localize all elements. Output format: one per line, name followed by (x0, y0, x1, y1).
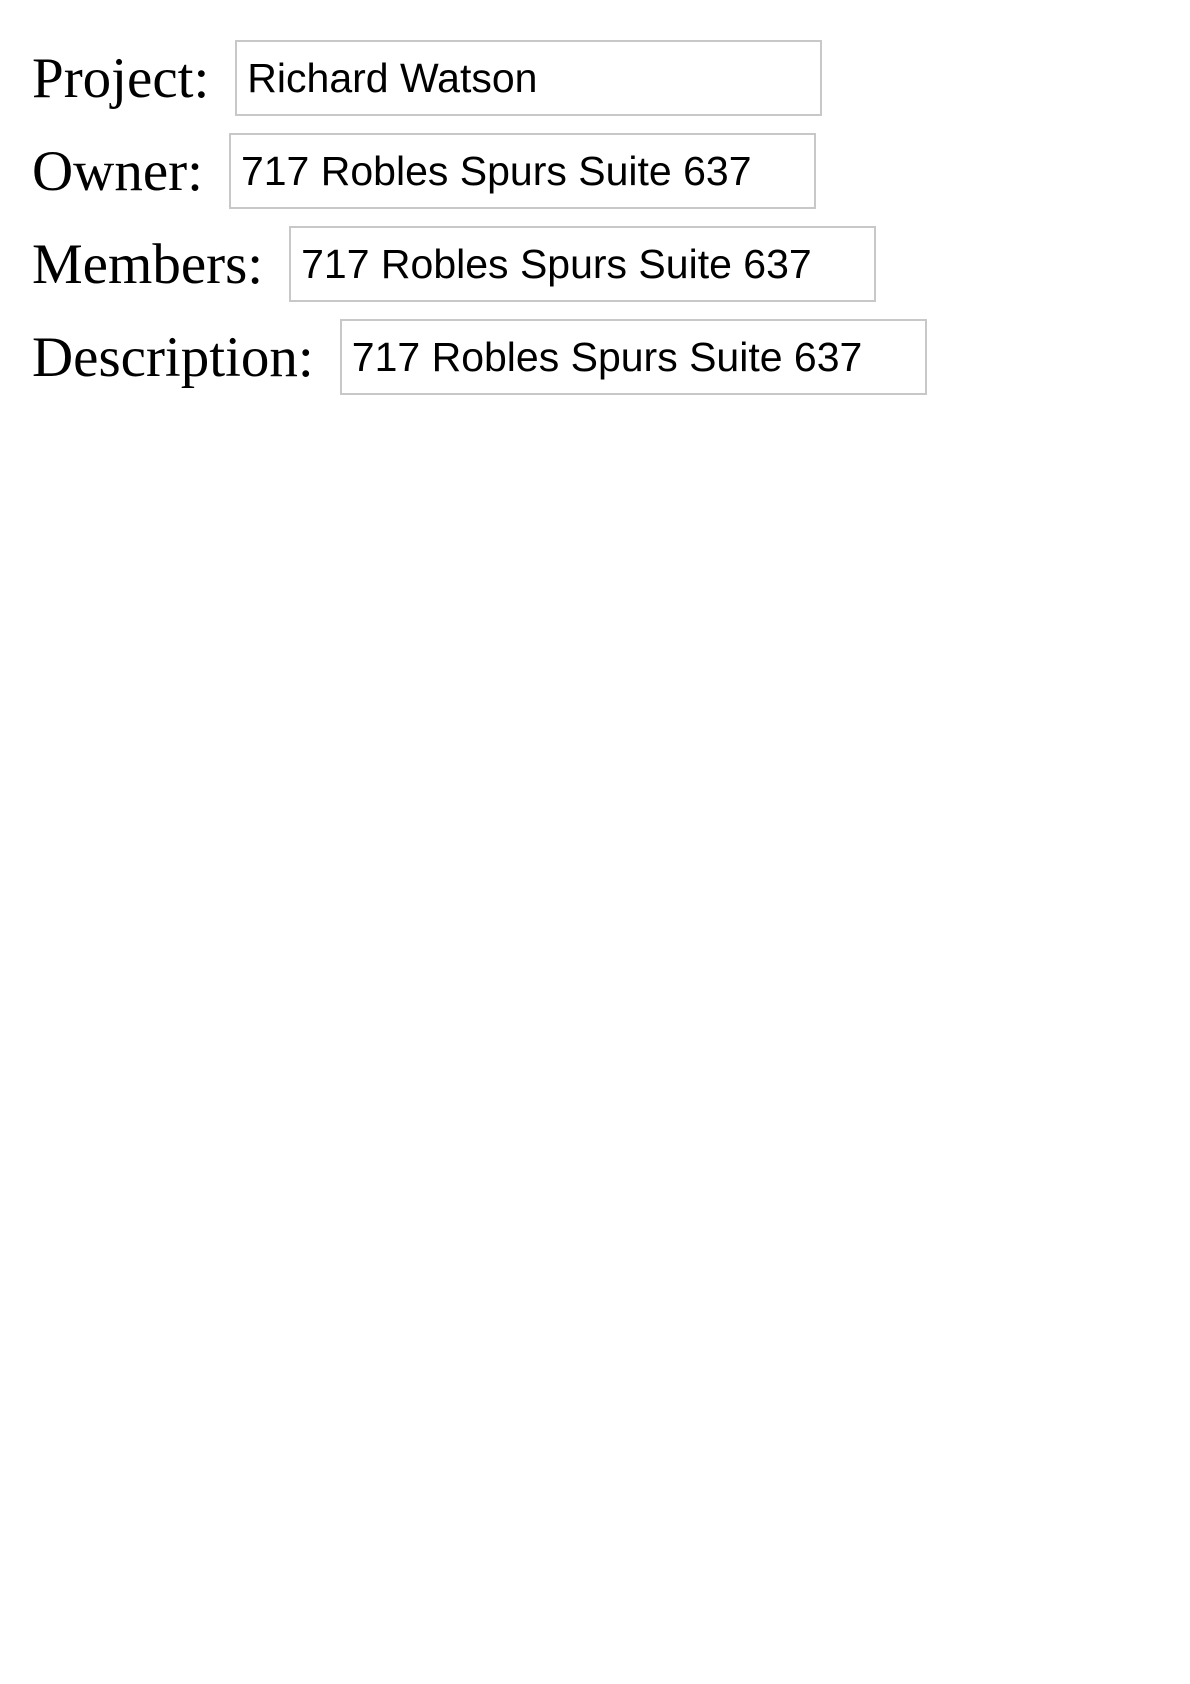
members-input[interactable] (289, 226, 877, 302)
project-form: Project: Owner: Members: Description: (32, 40, 1152, 412)
members-label: Members: (32, 232, 264, 296)
owner-input[interactable] (228, 133, 816, 209)
project-label: Project: (32, 46, 210, 110)
description-input[interactable] (339, 319, 927, 395)
owner-row: Owner: (32, 133, 1152, 209)
description-row: Description: (32, 319, 1152, 395)
description-label: Description: (32, 325, 314, 389)
project-row: Project: (32, 40, 1152, 116)
project-input[interactable] (235, 40, 823, 116)
owner-label: Owner: (32, 139, 203, 203)
members-row: Members: (32, 226, 1152, 302)
